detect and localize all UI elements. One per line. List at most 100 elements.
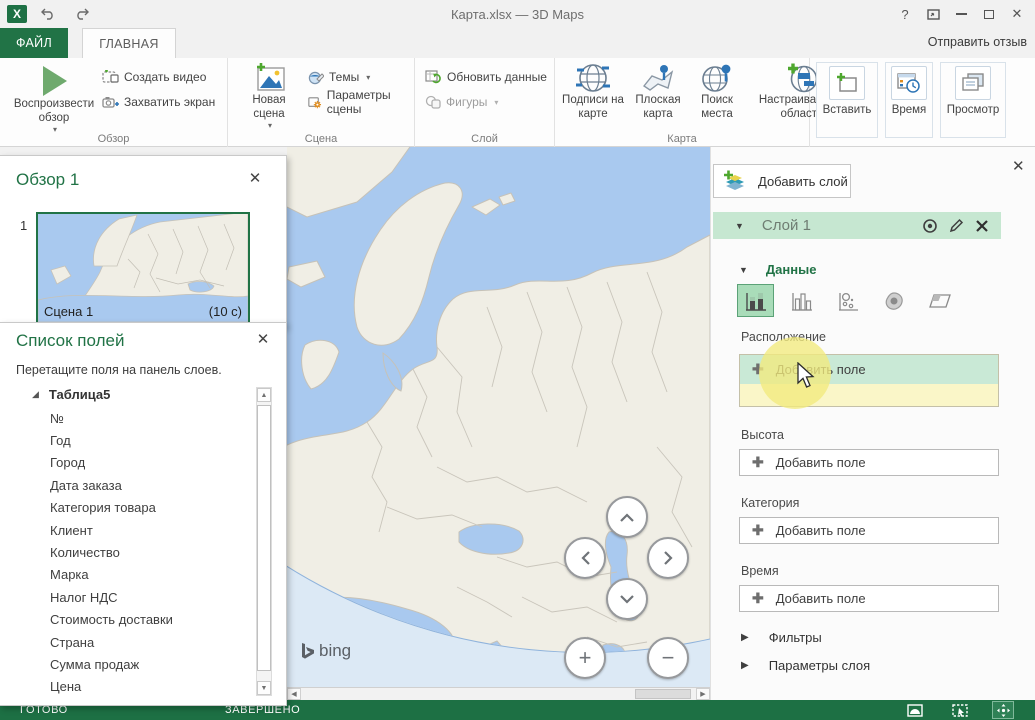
insert-scene-button[interactable]: Вставить xyxy=(816,62,878,138)
field-list-scrollbar[interactable]: ▲ ▼ xyxy=(256,387,272,696)
find-location-button[interactable]: Поиск места xyxy=(691,62,743,121)
field-item[interactable]: Количество xyxy=(50,541,240,563)
minimize-button[interactable] xyxy=(947,3,975,25)
play-tour-button[interactable]: Воспроизвести обзор ▾ xyxy=(6,64,102,135)
map-select-icon xyxy=(952,704,968,717)
zoom-in-button[interactable]: + xyxy=(564,637,606,679)
layer-header[interactable]: ▼ Слой 1 xyxy=(713,212,1001,239)
close-window-button[interactable]: ✕ xyxy=(1003,3,1031,25)
field-item[interactable]: Страна xyxy=(50,631,240,653)
zoom-out-button[interactable]: − xyxy=(647,637,689,679)
table-name: Таблица5 xyxy=(49,387,110,402)
tour-panel-close-button[interactable]: ✕ xyxy=(246,170,264,188)
drop-zone-category[interactable]: ✚ Добавить поле xyxy=(739,517,999,544)
scrollbar-thumb[interactable] xyxy=(257,405,271,671)
pan-right-button[interactable] xyxy=(647,537,689,579)
ribbon: Воспроизвести обзор ▾ Создать видео Захв… xyxy=(0,58,1035,147)
field-item[interactable]: Сумма продаж xyxy=(50,653,240,675)
ribbon-group-scene: Новая сцена ▾ Темы ▾ Параметры сцены Сце… xyxy=(228,58,415,147)
field-item[interactable]: Стоимость доставки xyxy=(50,609,240,631)
preview-button[interactable]: Просмотр xyxy=(940,62,1006,138)
data-section-header[interactable]: ▼ Данные xyxy=(713,262,816,277)
preview-label: Просмотр xyxy=(947,104,1000,116)
pan-up-button[interactable] xyxy=(606,496,648,538)
layer-delete-button[interactable] xyxy=(971,219,993,233)
field-item[interactable]: Марка xyxy=(50,564,240,586)
themes-button[interactable]: Темы ▾ xyxy=(308,67,414,87)
table-tree-node[interactable]: ◢ Таблица5 xyxy=(32,387,110,402)
time-icon xyxy=(897,72,921,94)
status-select-button[interactable] xyxy=(950,702,970,718)
field-item[interactable]: Год xyxy=(50,429,240,451)
status-flat-view-button[interactable] xyxy=(905,702,925,718)
zone-label-height: Высота xyxy=(741,428,784,442)
field-list-hint: Перетащите поля на панель слоев. xyxy=(16,363,222,377)
field-item[interactable]: № xyxy=(50,407,240,429)
add-layer-button[interactable]: Добавить слой xyxy=(713,164,851,198)
viz-clustered-column-button[interactable] xyxy=(783,284,820,317)
drop-zone-height[interactable]: ✚ Добавить поле xyxy=(739,449,999,476)
new-scene-button[interactable]: Новая сцена ▾ xyxy=(238,62,300,131)
viz-stacked-column-button[interactable] xyxy=(737,284,774,317)
field-item[interactable]: Клиент xyxy=(50,519,240,541)
help-button[interactable]: ? xyxy=(891,3,919,25)
close-icon xyxy=(975,219,989,233)
send-feedback-link[interactable]: Отправить отзыв xyxy=(928,35,1027,49)
collapse-icon: ▼ xyxy=(739,265,748,275)
field-item[interactable]: Город xyxy=(50,452,240,474)
layer-visibility-button[interactable] xyxy=(919,219,941,233)
drop-zone-time[interactable]: ✚ Добавить поле xyxy=(739,585,999,612)
excel-logo-icon: X xyxy=(7,5,27,23)
scroll-right-button[interactable]: ▶ xyxy=(696,688,710,700)
maximize-icon xyxy=(984,10,994,19)
field-item[interactable]: Налог НДС xyxy=(50,586,240,608)
filters-label: Фильтры xyxy=(769,630,822,645)
scroll-up-button[interactable]: ▲ xyxy=(257,388,271,402)
picture-view-icon xyxy=(907,704,923,717)
capture-screen-button[interactable]: Захватить экран xyxy=(102,92,215,112)
flat-map-button[interactable]: Плоская карта xyxy=(628,62,688,121)
field-item[interactable]: Дата заказа xyxy=(50,474,240,496)
scene-thumbnail[interactable]: Сцена 1 (10 с) xyxy=(36,212,250,324)
scroll-down-button[interactable]: ▼ xyxy=(257,681,271,695)
layer-pane-close-button[interactable]: ✕ xyxy=(1012,157,1025,175)
field-item[interactable]: Категория товара xyxy=(50,497,240,519)
themes-label: Темы xyxy=(329,70,359,84)
add-field-plus-icon: ✚ xyxy=(752,590,764,607)
shapes-button[interactable]: Фигуры ▾ xyxy=(425,92,547,112)
restore-window-button[interactable] xyxy=(919,3,947,25)
undo-button[interactable] xyxy=(35,4,61,24)
viz-heatmap-button[interactable] xyxy=(875,284,912,317)
map-horizontal-scrollbar[interactable]: ◀ ▶ xyxy=(287,687,710,700)
scrollbar-thumb[interactable] xyxy=(635,689,691,699)
scene-options-button[interactable]: Параметры сцены xyxy=(308,92,414,112)
pan-left-button[interactable] xyxy=(564,537,606,579)
window-controls: ? ✕ xyxy=(891,0,1031,28)
create-video-button[interactable]: Создать видео xyxy=(102,67,215,87)
pan-down-button[interactable] xyxy=(606,578,648,620)
map-viewport[interactable]: + − bing ◀ ▶ xyxy=(287,147,710,700)
zone-label-category: Категория xyxy=(741,496,799,510)
maximize-button[interactable] xyxy=(975,3,1003,25)
redo-button[interactable] xyxy=(69,4,95,24)
viz-region-button[interactable] xyxy=(921,284,958,317)
status-pan-button[interactable] xyxy=(993,702,1013,718)
map-labels-button[interactable]: Подписи на карте xyxy=(561,62,625,121)
tab-file[interactable]: ФАЙЛ xyxy=(0,28,68,58)
field-list-title: Список полей xyxy=(16,331,124,351)
viz-bubble-button[interactable] xyxy=(829,284,866,317)
refresh-data-button[interactable]: Обновить данные xyxy=(425,67,547,87)
tab-home[interactable]: ГЛАВНАЯ xyxy=(82,28,176,58)
scroll-left-button[interactable]: ◀ xyxy=(287,688,301,700)
minus-icon: − xyxy=(662,647,675,669)
layer-rename-button[interactable] xyxy=(945,218,967,233)
camera-icon xyxy=(102,95,119,109)
capture-screen-label: Захватить экран xyxy=(124,95,215,109)
field-list-panel: Список полей ✕ Перетащите поля на панель… xyxy=(0,322,287,706)
filters-expander[interactable]: ▶ Фильтры xyxy=(713,630,822,645)
field-item[interactable]: Цена xyxy=(50,676,240,698)
field-list-close-button[interactable]: ✕ xyxy=(254,331,272,349)
layer-options-expander[interactable]: ▶ Параметры слоя xyxy=(713,658,870,673)
add-field-label: Добавить поле xyxy=(776,455,866,470)
time-button[interactable]: Время xyxy=(885,62,933,138)
